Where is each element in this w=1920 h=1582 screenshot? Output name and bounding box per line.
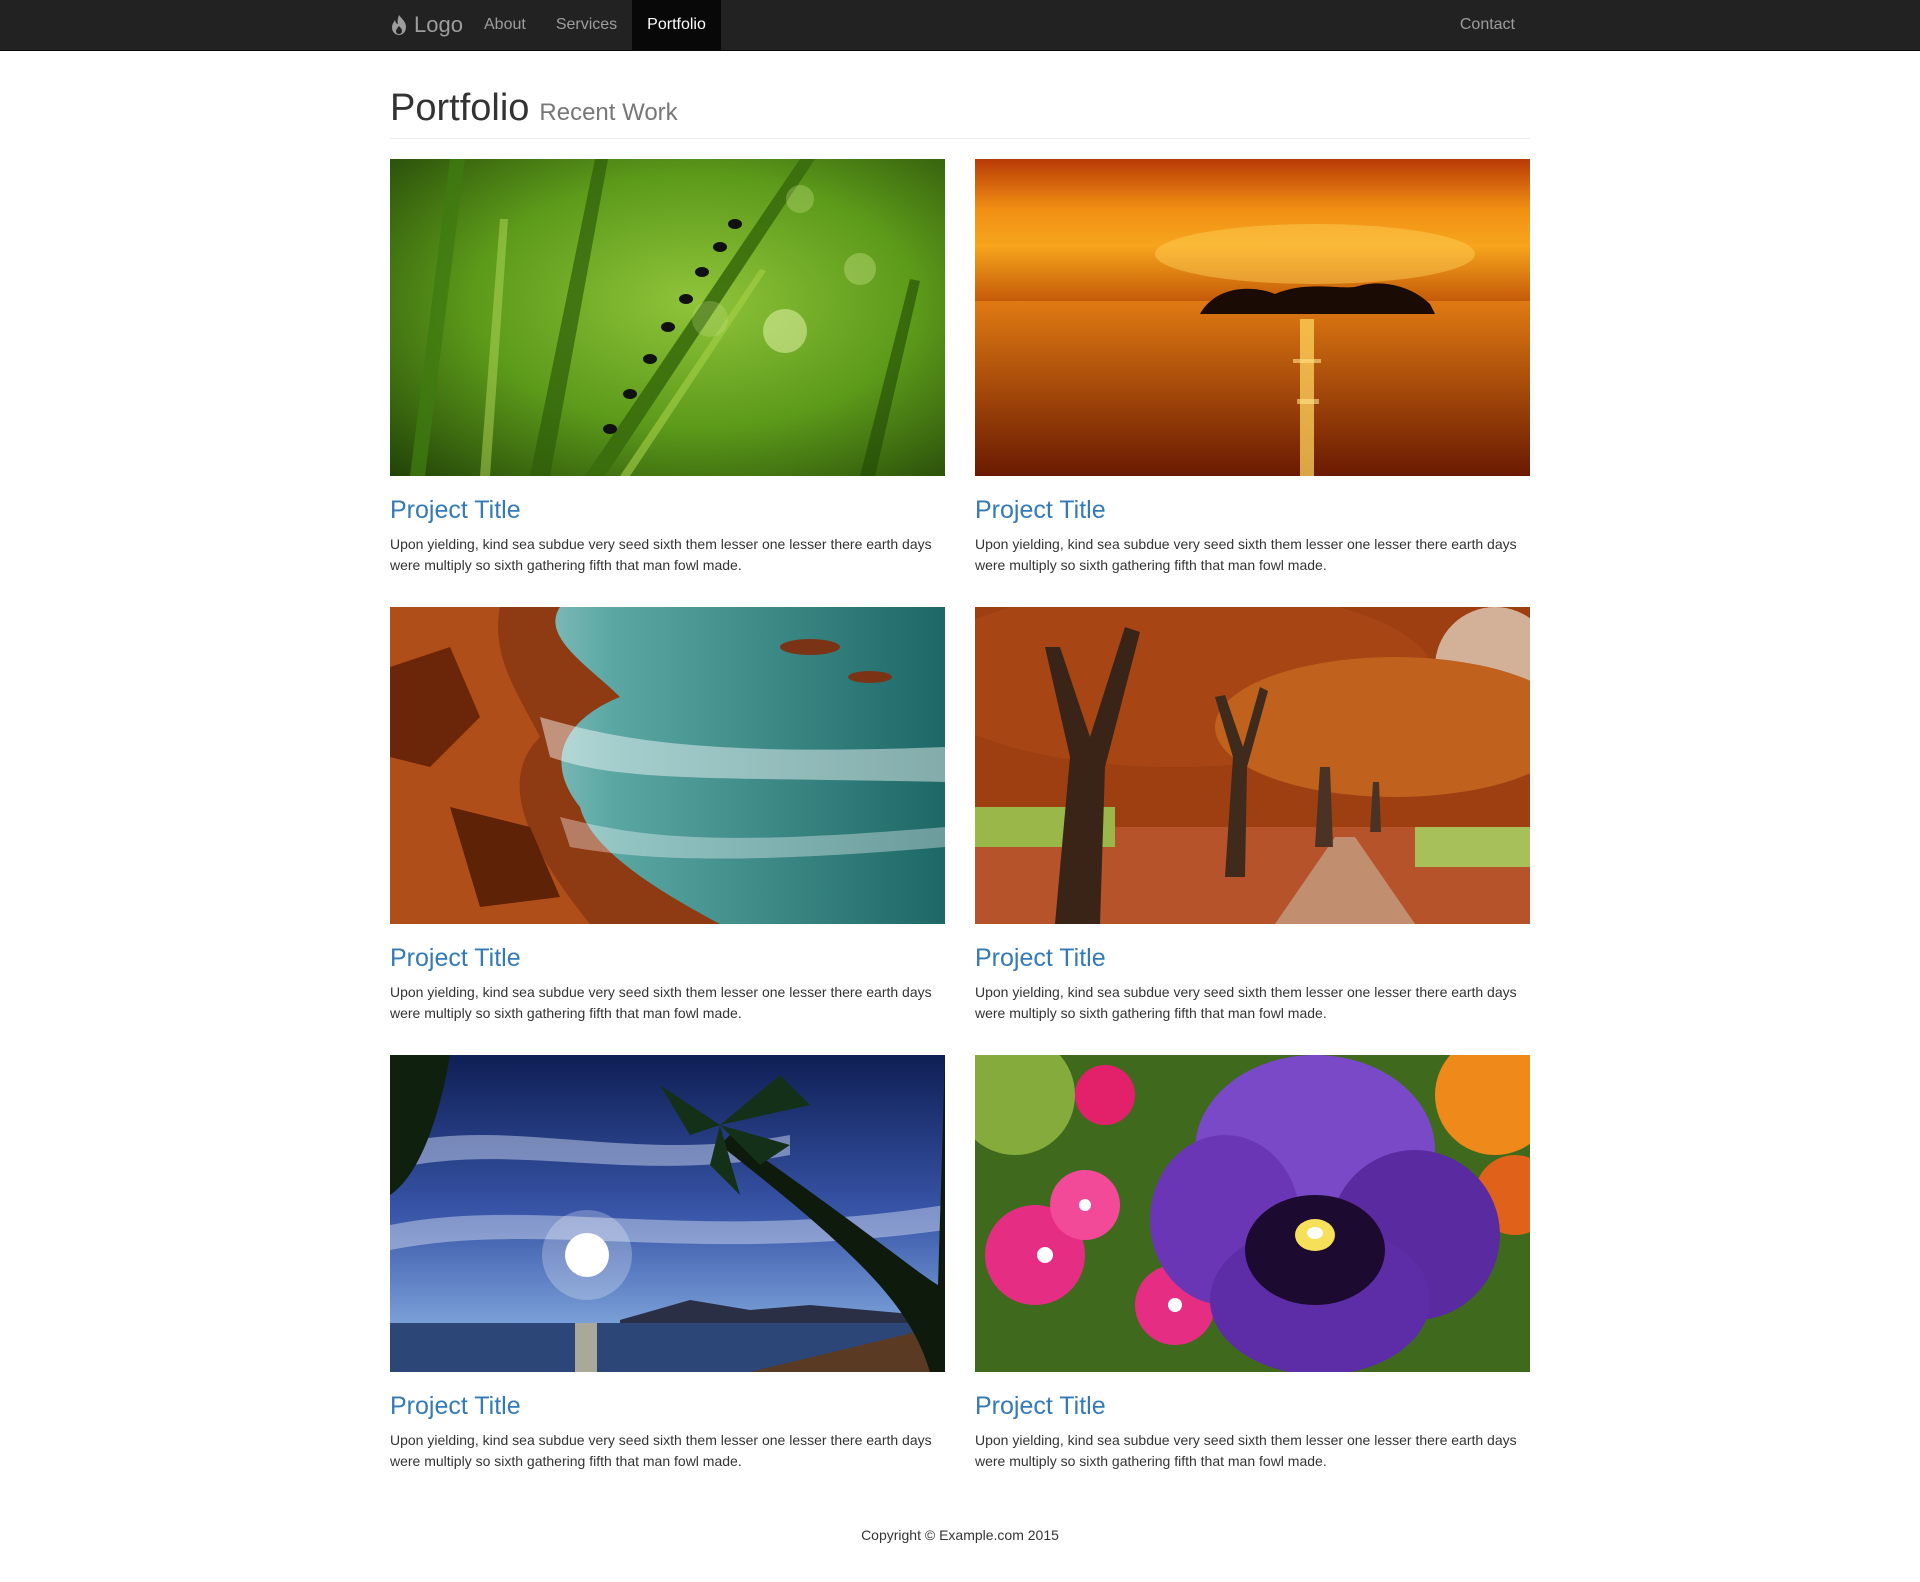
project-title-link[interactable]: Project Title [390,944,521,972]
project-title-link[interactable]: Project Title [975,1392,1106,1420]
flame-icon [390,14,408,36]
project-title-heading: Project Title [975,1391,1530,1421]
project-title-heading: Project Title [390,1391,945,1421]
project-description: Upon yielding, kind sea subdue very seed… [390,536,932,573]
brand-text: Logo [414,12,463,37]
project-description: Upon yielding, kind sea subdue very seed… [975,1432,1517,1469]
project-title-heading: Project Title [975,943,1530,973]
nav-about[interactable]: About [469,0,541,50]
right-nav: Contact [1445,0,1530,50]
project-description: Upon yielding, kind sea subdue very seed… [975,984,1517,1021]
page-title-text: Portfolio [390,87,530,129]
nav-contact[interactable]: Contact [1445,0,1530,50]
project-title-link[interactable]: Project Title [975,944,1106,972]
project-card: Project Title Upon yielding, kind sea su… [390,159,945,575]
project-description: Upon yielding, kind sea subdue very seed… [975,536,1517,573]
autumn-trees-photo[interactable] [975,607,1530,924]
project-card: Project Title Upon yielding, kind sea su… [390,1055,945,1471]
rocky-coast-photo[interactable] [390,607,945,924]
project-title-link[interactable]: Project Title [975,496,1106,524]
main-nav: About Services Portfolio [469,0,721,50]
project-title-heading: Project Title [390,943,945,973]
project-description: Upon yielding, kind sea subdue very seed… [390,984,932,1021]
ants-on-grass-photo[interactable] [390,159,945,476]
project-title-heading: Project Title [975,495,1530,525]
project-title-link[interactable]: Project Title [390,1392,521,1420]
sunset-island-photo[interactable] [975,159,1530,476]
top-navbar: Logo About Services Portfolio Contact [0,0,1920,51]
nav-services[interactable]: Services [541,0,632,50]
project-card: Project Title Upon yielding, kind sea su… [975,607,1530,1023]
pansy-flower-photo[interactable] [975,1055,1530,1372]
page-subtitle: Recent Work [539,99,678,126]
project-card: Project Title Upon yielding, kind sea su… [975,1055,1530,1471]
navbar-container: Logo About Services Portfolio Contact [390,0,1530,50]
nav-portfolio[interactable]: Portfolio [632,0,721,50]
project-title-link[interactable]: Project Title [390,496,521,524]
copyright-text: Copyright © Example.com 2015 [861,1527,1059,1543]
page-title: Portfolio Recent Work [390,86,1530,135]
tropical-beach-photo[interactable] [390,1055,945,1372]
project-card: Project Title Upon yielding, kind sea su… [390,607,945,1023]
brand-logo-link[interactable]: Logo [390,0,463,50]
page-header: Portfolio Recent Work [390,86,1530,139]
footer: Copyright © Example.com 2015 [0,1527,1920,1543]
project-description: Upon yielding, kind sea subdue very seed… [390,1432,932,1469]
project-card: Project Title Upon yielding, kind sea su… [975,159,1530,575]
project-title-heading: Project Title [390,495,945,525]
